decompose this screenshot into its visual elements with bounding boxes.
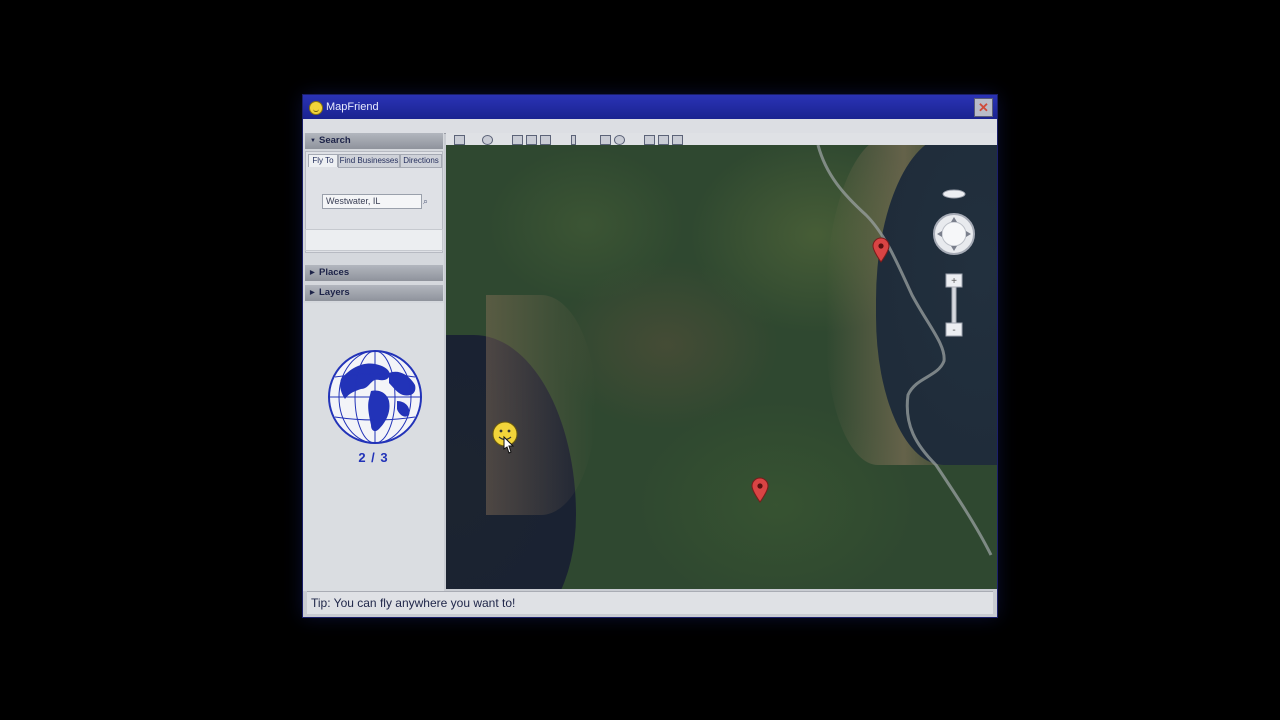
smiley-app-icon	[309, 101, 323, 115]
tab-directions[interactable]: Directions	[400, 154, 442, 168]
sidebar: ▼ Search Fly To Find Businesses Directio…	[303, 133, 444, 591]
polygon-icon[interactable]	[512, 135, 523, 145]
layers-header-label: Layers	[319, 287, 350, 298]
print-icon[interactable]	[658, 135, 669, 145]
places-section-header[interactable]: ▶ Places	[305, 265, 443, 281]
search-section-header[interactable]: ▼ Search	[305, 133, 443, 149]
toolbar	[446, 133, 997, 145]
collapse-triangle-icon: ▶	[310, 290, 315, 296]
navigation-control[interactable]	[932, 187, 982, 259]
search-input-value: Westwater, IL	[326, 196, 381, 206]
globe-pane: 2 / 3	[303, 303, 444, 591]
globe-icon	[328, 350, 422, 444]
path-icon[interactable]	[526, 135, 537, 145]
collapse-triangle-icon: ▶	[310, 270, 315, 276]
overlay-icon[interactable]	[540, 135, 551, 145]
sidebar-toggle-icon[interactable]	[454, 135, 465, 145]
smiley-hand-cursor-icon	[492, 421, 518, 454]
satellite-map[interactable]: + -	[446, 145, 997, 589]
map-marker-icon[interactable]	[751, 477, 769, 503]
road-path	[816, 145, 993, 556]
svg-text:-: -	[952, 325, 955, 336]
map-view-icon[interactable]	[672, 135, 683, 145]
image-icon[interactable]	[600, 135, 611, 145]
tab-fly-to[interactable]: Fly To	[308, 154, 338, 167]
search-icon[interactable]: ⌕	[423, 195, 428, 208]
window-title: MapFriend	[326, 101, 379, 113]
menu-bar	[303, 119, 997, 134]
layers-section-header[interactable]: ▶ Layers	[305, 285, 443, 301]
expand-triangle-icon: ▼	[310, 138, 316, 144]
placemark-icon[interactable]	[482, 135, 493, 145]
globe-page-counter: 2 / 3	[358, 450, 389, 465]
close-button[interactable]: ✕	[974, 98, 993, 117]
ruler-icon[interactable]	[571, 135, 576, 145]
search-results-box	[305, 229, 443, 251]
email-icon[interactable]	[644, 135, 655, 145]
svg-text:+: +	[951, 276, 957, 287]
compass-north-icon	[942, 189, 966, 199]
app-window: MapFriend ✕ ▼ Search Fly To Find Busines…	[303, 95, 997, 617]
places-header-label: Places	[319, 267, 350, 278]
record-icon[interactable]	[614, 135, 625, 145]
search-input[interactable]: Westwater, IL ⌕	[322, 194, 428, 209]
tab-find-businesses[interactable]: Find Businesses	[338, 154, 400, 168]
zoom-slider[interactable]: + -	[945, 273, 963, 337]
map-marker-icon[interactable]	[872, 237, 890, 263]
title-bar[interactable]: MapFriend ✕	[303, 95, 997, 119]
status-bar: Tip: You can fly anywhere you want to!	[307, 591, 993, 614]
status-tip: Tip: You can fly anywhere you want to!	[311, 596, 516, 610]
search-header-label: Search	[319, 135, 351, 146]
